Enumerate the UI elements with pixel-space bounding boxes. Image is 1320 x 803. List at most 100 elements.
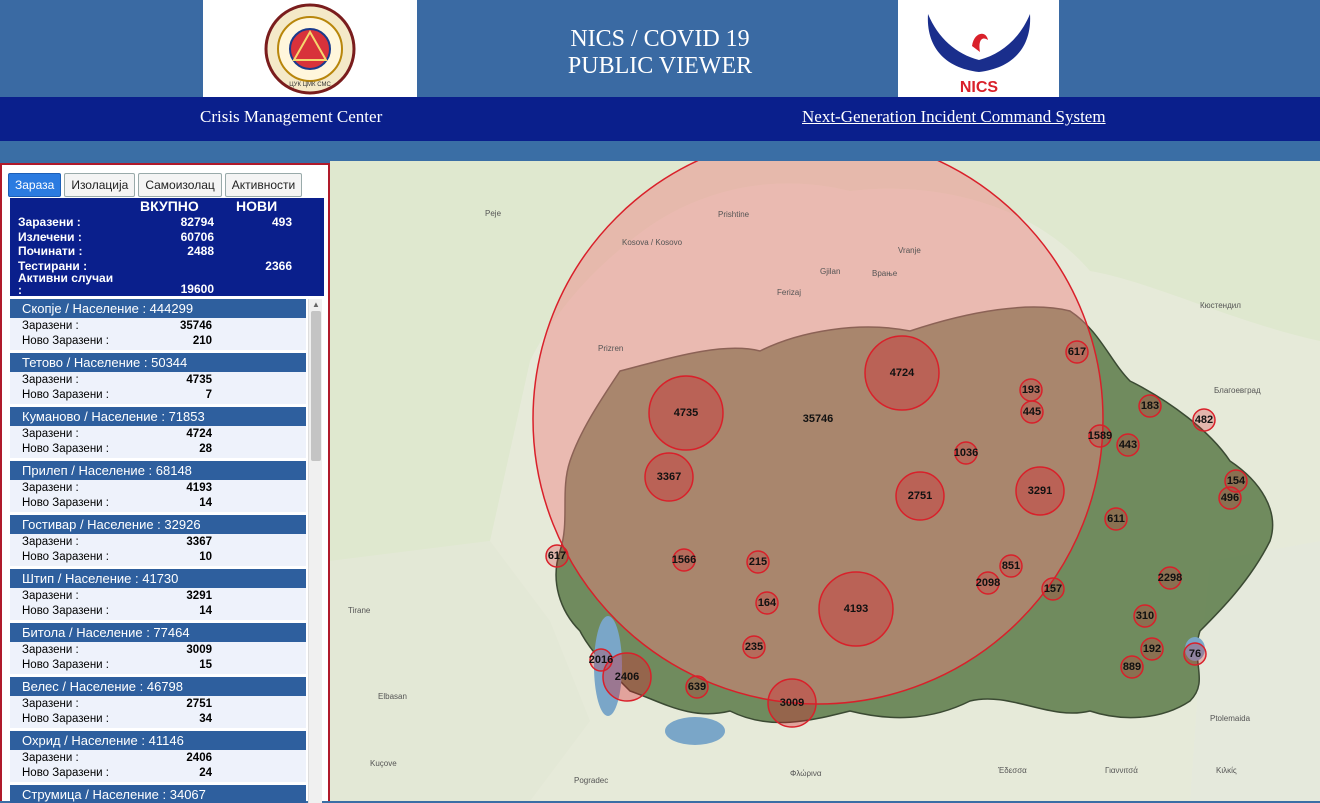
city-list[interactable]: Скопје / Население : 444299 Заразени : 357… <box>10 299 306 803</box>
city-new-label: Ново Заразени : <box>22 713 109 725</box>
case-marker-label: 4193 <box>844 603 868 615</box>
case-marker-label: 3291 <box>1028 485 1052 497</box>
city-new-value: 10 <box>199 551 212 563</box>
summary-infected-new: 493 <box>271 215 292 229</box>
case-marker-label: 496 <box>1221 492 1239 504</box>
city-stats: Заразени : 2751 Ново Заразени : 34 <box>10 696 306 728</box>
crisis-center-logo: ЦУК ЦМК СМС <box>203 0 417 97</box>
map-view[interactable]: 35746 Prishtine Kosova / Kosovo Prizren Pej… <box>330 161 1320 801</box>
case-marker-label: 310 <box>1136 610 1154 622</box>
place-label: Ptolemaida <box>1210 714 1251 723</box>
city-new-label: Ново Заразени : <box>22 497 109 509</box>
city-header: Битола / Население : 77464 <box>10 623 306 642</box>
place-label: Pogradec <box>574 776 608 785</box>
city-infected-value: 2406 <box>186 752 212 764</box>
map-canvas[interactable]: 35746 Prishtine Kosova / Kosovo Prizren Pej… <box>330 161 1320 801</box>
summary-tested-new: 2366 <box>265 259 292 273</box>
city-new-row: Ново Заразени : 210 <box>22 334 272 349</box>
tab-isolation[interactable]: Изолација <box>64 173 136 197</box>
tab-activities[interactable]: Активности <box>224 173 303 197</box>
city-item[interactable]: Битола / Население : 77464 Заразени : 3009… <box>10 623 306 674</box>
city-item[interactable]: Струмица / Население : 34067Заразени :Но… <box>10 785 306 803</box>
summary-active-label: Активни случаи <box>18 271 114 285</box>
city-item[interactable]: Скопје / Население : 444299 Заразени : 357… <box>10 299 306 350</box>
city-new-value: 34 <box>199 713 212 725</box>
page-title: NICS / COVID 19 PUBLIC VIEWER <box>470 26 850 80</box>
city-header: Охрид / Население : 41146 <box>10 731 306 750</box>
city-new-value: 15 <box>199 659 212 671</box>
summary-infected-total: 82794 <box>180 215 214 229</box>
city-item[interactable]: Охрид / Население : 41146 Заразени : 2406 Н… <box>10 731 306 782</box>
city-stats: Заразени : 35746 Ново Заразени : 210 <box>10 318 306 350</box>
title-line-1: NICS / COVID 19 <box>570 26 750 52</box>
city-infected-value: 4193 <box>186 482 212 494</box>
place-label: Благоевград <box>1214 386 1261 395</box>
case-marker-label: 235 <box>745 641 763 653</box>
city-item[interactable]: Куманово / Население : 71853 Заразени : 47… <box>10 407 306 458</box>
city-infected-label: Заразени : <box>22 536 79 548</box>
scroll-thumb[interactable] <box>311 311 321 461</box>
city-infected-value: 3009 <box>186 644 212 656</box>
case-marker-label: 2098 <box>976 577 1000 589</box>
city-infected-row: Заразени : 4735 <box>22 373 272 388</box>
city-infected-value: 4724 <box>186 428 212 440</box>
city-item[interactable]: Велес / Население : 46798 Заразени : 2751 Н… <box>10 677 306 728</box>
city-header: Гостивар / Население : 32926 <box>10 515 306 534</box>
case-marker-label: 3009 <box>780 697 804 709</box>
city-stats: Заразени : 3009 Ново Заразени : 15 <box>10 642 306 674</box>
tab-self-isolation[interactable]: Самоизолац <box>138 173 222 197</box>
place-label: Φλώρινα <box>790 769 822 778</box>
city-new-value: 7 <box>205 389 212 401</box>
city-infected-row: Заразени : 4193 <box>22 481 272 496</box>
city-infected-value: 3291 <box>186 590 212 602</box>
city-header: Штип / Население : 41730 <box>10 569 306 588</box>
place-label: Γιαννιτσά <box>1105 766 1138 775</box>
case-marker-label: 193 <box>1022 384 1040 396</box>
city-item[interactable]: Штип / Население : 41730 Заразени : 3291 Но… <box>10 569 306 620</box>
city-new-row: Ново Заразени : 28 <box>22 442 272 457</box>
place-label: Gjilan <box>820 267 840 276</box>
skopje-cluster-circle[interactable] <box>532 161 1104 705</box>
case-marker-label: 889 <box>1123 661 1141 673</box>
city-new-row: Ново Заразени : 10 <box>22 550 272 565</box>
place-label: Έδεσσα <box>997 766 1027 775</box>
case-marker-label: 2406 <box>615 671 639 683</box>
case-marker-label: 2016 <box>589 654 613 666</box>
place-label: Врање <box>872 269 898 278</box>
place-label: Tirane <box>348 606 371 615</box>
city-new-value: 210 <box>192 335 212 347</box>
header-gap <box>0 141 1320 161</box>
nics-link[interactable]: Next-Generation Incident Command System <box>802 107 1106 127</box>
city-infected-value: 2751 <box>186 698 212 710</box>
summary-col-total: ВКУПНО <box>140 198 199 214</box>
tab-bar: Зараза Изолација Самоизолац Активности <box>8 173 303 197</box>
case-marker-label: 4724 <box>890 367 915 379</box>
city-infected-label: Заразени : <box>22 590 79 602</box>
city-stats: Заразени : 4735 Ново Заразени : 7 <box>10 372 306 404</box>
city-item[interactable]: Гостивар / Население : 32926 Заразени : 33… <box>10 515 306 566</box>
scroll-up-icon[interactable]: ▲ <box>312 300 320 309</box>
city-new-value: 24 <box>199 767 212 779</box>
city-new-label: Ново Заразени : <box>22 551 109 563</box>
case-marker-label: 443 <box>1119 439 1137 451</box>
city-header: Струмица / Население : 34067 <box>10 785 306 803</box>
place-label: Kosova / Kosovo <box>622 238 683 247</box>
city-new-value: 14 <box>199 605 212 617</box>
city-infected-label: Заразени : <box>22 482 79 494</box>
tab-infection[interactable]: Зараза <box>8 173 62 197</box>
case-marker-label: 1036 <box>954 447 978 459</box>
city-item[interactable]: Прилеп / Население : 68148 Заразени : 4193… <box>10 461 306 512</box>
place-label: Elbasan <box>378 692 407 701</box>
seal-caption: ЦУК ЦМК СМС <box>289 82 331 88</box>
case-marker-label: 2751 <box>908 490 932 502</box>
city-new-label: Ново Заразени : <box>22 389 109 401</box>
city-new-label: Ново Заразени : <box>22 659 109 671</box>
header-bar: ЦУК ЦМК СМС NICS / COVID 19 PUBLIC VIEWE… <box>0 0 1320 97</box>
city-item[interactable]: Тетово / Население : 50344 Заразени : 4735… <box>10 353 306 404</box>
case-marker-label: 76 <box>1189 648 1201 660</box>
seal-icon: ЦУК ЦМК СМС <box>264 3 356 94</box>
summary-recovered-total: 60706 <box>180 230 214 244</box>
place-label: Κιλκίς <box>1216 766 1237 775</box>
sub-header: Crisis Management Center Next-Generation… <box>0 97 1320 141</box>
city-list-scrollbar[interactable]: ▲ <box>308 299 322 803</box>
